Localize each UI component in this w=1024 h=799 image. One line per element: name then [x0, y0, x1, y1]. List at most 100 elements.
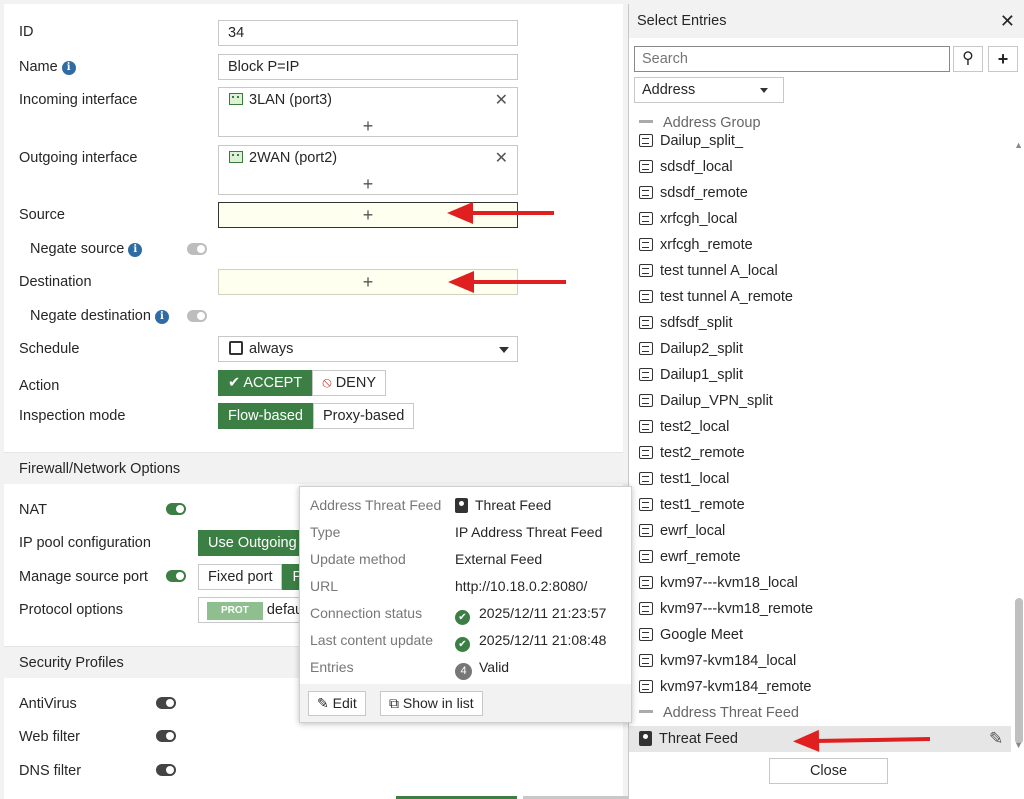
tooltip-footer: ✎ Edit ⧉ Show in list: [300, 684, 631, 722]
pencil-icon[interactable]: ✎: [989, 729, 1003, 749]
manage-source-port-label: Manage source port: [19, 569, 148, 585]
web-filter-label: Web filter: [19, 729, 80, 745]
address-list-item[interactable]: Dailup_split_: [639, 133, 743, 149]
name-input[interactable]: Block P=IP: [218, 54, 518, 80]
fixed-port-button[interactable]: Fixed port: [198, 564, 283, 590]
outgoing-interface-chip[interactable]: 2WAN (port2): [229, 150, 337, 166]
address-list-item[interactable]: kvm97-kvm184_local: [639, 653, 796, 669]
address-list-item[interactable]: ewrf_remote: [639, 549, 741, 565]
antivirus-label: AntiVirus: [19, 696, 77, 712]
address-object-icon: [639, 420, 653, 433]
use-outgoing-button[interactable]: Use Outgoing: [198, 530, 307, 556]
add-outgoing-button[interactable]: +: [219, 175, 517, 193]
address-list-item[interactable]: sdsdf_local: [639, 159, 733, 175]
check-circle-icon: ✔: [455, 610, 470, 625]
address-list-item[interactable]: kvm97-kvm184_remote: [639, 679, 812, 695]
address-list-item[interactable]: test tunnel A_remote: [639, 289, 793, 305]
nat-label: NAT: [19, 502, 47, 518]
source-label: Source: [19, 207, 65, 223]
address-list-item[interactable]: xrfcgh_remote: [639, 237, 753, 253]
antivirus-toggle[interactable]: [156, 697, 176, 709]
scroll-down-icon[interactable]: ▼: [1014, 740, 1023, 750]
address-object-icon: [639, 290, 653, 303]
close-icon[interactable]: ✕: [1000, 4, 1015, 38]
address-list-item[interactable]: test1_remote: [639, 497, 745, 513]
port-toggle-group: Fixed port P: [198, 564, 313, 590]
destination-label: Destination: [19, 274, 92, 290]
ip-pool-label: IP pool configuration: [19, 535, 151, 551]
external-link-icon: ⧉: [389, 695, 403, 711]
close-button[interactable]: Close: [769, 758, 888, 784]
info-icon[interactable]: i: [128, 243, 143, 257]
negate-destination-toggle[interactable]: [187, 310, 207, 322]
address-object-icon: [639, 602, 653, 615]
address-list-item[interactable]: ewrf_local: [639, 523, 725, 539]
address-list-item[interactable]: Google Meet: [639, 627, 743, 643]
manage-source-port-toggle[interactable]: [166, 570, 186, 582]
create-entry-button[interactable]: +: [988, 46, 1018, 72]
search-button[interactable]: ⚲: [953, 46, 983, 72]
address-list-item[interactable]: kvm97---kvm18_local: [639, 575, 798, 591]
address-list-item[interactable]: sdfsdf_split: [639, 315, 733, 331]
pencil-icon: ✎: [317, 695, 333, 711]
panel-title-bar: Select Entries ✕: [629, 4, 1024, 38]
info-icon[interactable]: i: [154, 310, 169, 324]
address-list-item[interactable]: test2_local: [639, 419, 729, 435]
address-object-icon: [639, 368, 653, 381]
chevron-down-icon: [760, 88, 768, 93]
name-label: Name i: [19, 59, 76, 75]
source-field[interactable]: +: [218, 202, 518, 228]
incoming-interface-chip[interactable]: 3LAN (port3): [229, 92, 332, 108]
address-list-item[interactable]: test tunnel A_local: [639, 263, 778, 279]
outgoing-interface-label: Outgoing interface: [19, 150, 138, 166]
tooltip-row: Update method External Feed: [310, 551, 543, 567]
show-in-list-button[interactable]: ⧉ Show in list: [380, 691, 483, 716]
proxy-based-button[interactable]: Proxy-based: [312, 403, 415, 429]
add-incoming-button[interactable]: +: [219, 117, 517, 135]
web-filter-toggle[interactable]: [156, 730, 176, 742]
remove-outgoing-button[interactable]: ✕: [495, 148, 508, 168]
scroll-up-icon[interactable]: ▲: [1014, 140, 1023, 150]
address-list-item[interactable]: sdsdf_remote: [639, 185, 748, 201]
flow-based-button[interactable]: Flow-based: [218, 403, 313, 429]
scrollbar-thumb[interactable]: [1015, 598, 1023, 744]
schedule-select[interactable]: always: [218, 336, 518, 362]
negate-destination-label: Negate destination i: [30, 308, 169, 324]
edit-button[interactable]: ✎ Edit: [308, 691, 366, 716]
address-list-item[interactable]: Dailup_VPN_split: [639, 393, 773, 409]
deny-button[interactable]: ⦸ DENY: [312, 370, 386, 396]
protocol-options-label: Protocol options: [19, 602, 123, 618]
address-object-icon: [639, 238, 653, 251]
address-list-item[interactable]: xrfcgh_local: [639, 211, 737, 227]
dns-filter-toggle[interactable]: [156, 764, 176, 776]
address-list-item[interactable]: kvm97---kvm18_remote: [639, 601, 813, 617]
entries-count-badge: 4: [455, 663, 472, 680]
threat-feed-item[interactable]: Threat Feed: [639, 731, 738, 747]
address-list-item[interactable]: Dailup1_split: [639, 367, 743, 383]
address-object-icon: [639, 446, 653, 459]
address-object-icon: [639, 576, 653, 589]
inspection-mode-label: Inspection mode: [19, 408, 126, 424]
id-input[interactable]: 34: [218, 20, 518, 46]
tooltip-row: Entries 4 Valid: [310, 659, 509, 680]
address-object-icon: [639, 160, 653, 173]
port-icon: [229, 93, 243, 105]
ip-pool-toggle-group: Use Outgoing: [198, 530, 307, 556]
accept-button[interactable]: ✔ ACCEPT: [218, 370, 313, 396]
address-list-item[interactable]: test1_local: [639, 471, 729, 487]
scrollbar[interactable]: ▲ ▼: [1012, 138, 1024, 752]
threat-feed-group-header[interactable]: Address Threat Feed: [639, 705, 799, 721]
remove-incoming-button[interactable]: ✕: [495, 90, 508, 110]
negate-source-toggle[interactable]: [187, 243, 207, 255]
outgoing-interface-field[interactable]: 2WAN (port2) ✕ +: [218, 145, 518, 195]
search-input[interactable]: [634, 46, 950, 72]
address-group-header[interactable]: Address Group: [639, 115, 761, 131]
incoming-interface-field[interactable]: 3LAN (port3) ✕ +: [218, 87, 518, 137]
tooltip-row: Last content update ✔ 2025/12/11 21:08:48: [310, 632, 607, 652]
address-object-icon: [639, 134, 653, 147]
info-icon[interactable]: i: [61, 61, 76, 75]
nat-toggle[interactable]: [166, 503, 186, 515]
address-list-item[interactable]: test2_remote: [639, 445, 745, 461]
address-list-item[interactable]: Dailup2_split: [639, 341, 743, 357]
entry-type-select[interactable]: Address: [634, 77, 784, 103]
